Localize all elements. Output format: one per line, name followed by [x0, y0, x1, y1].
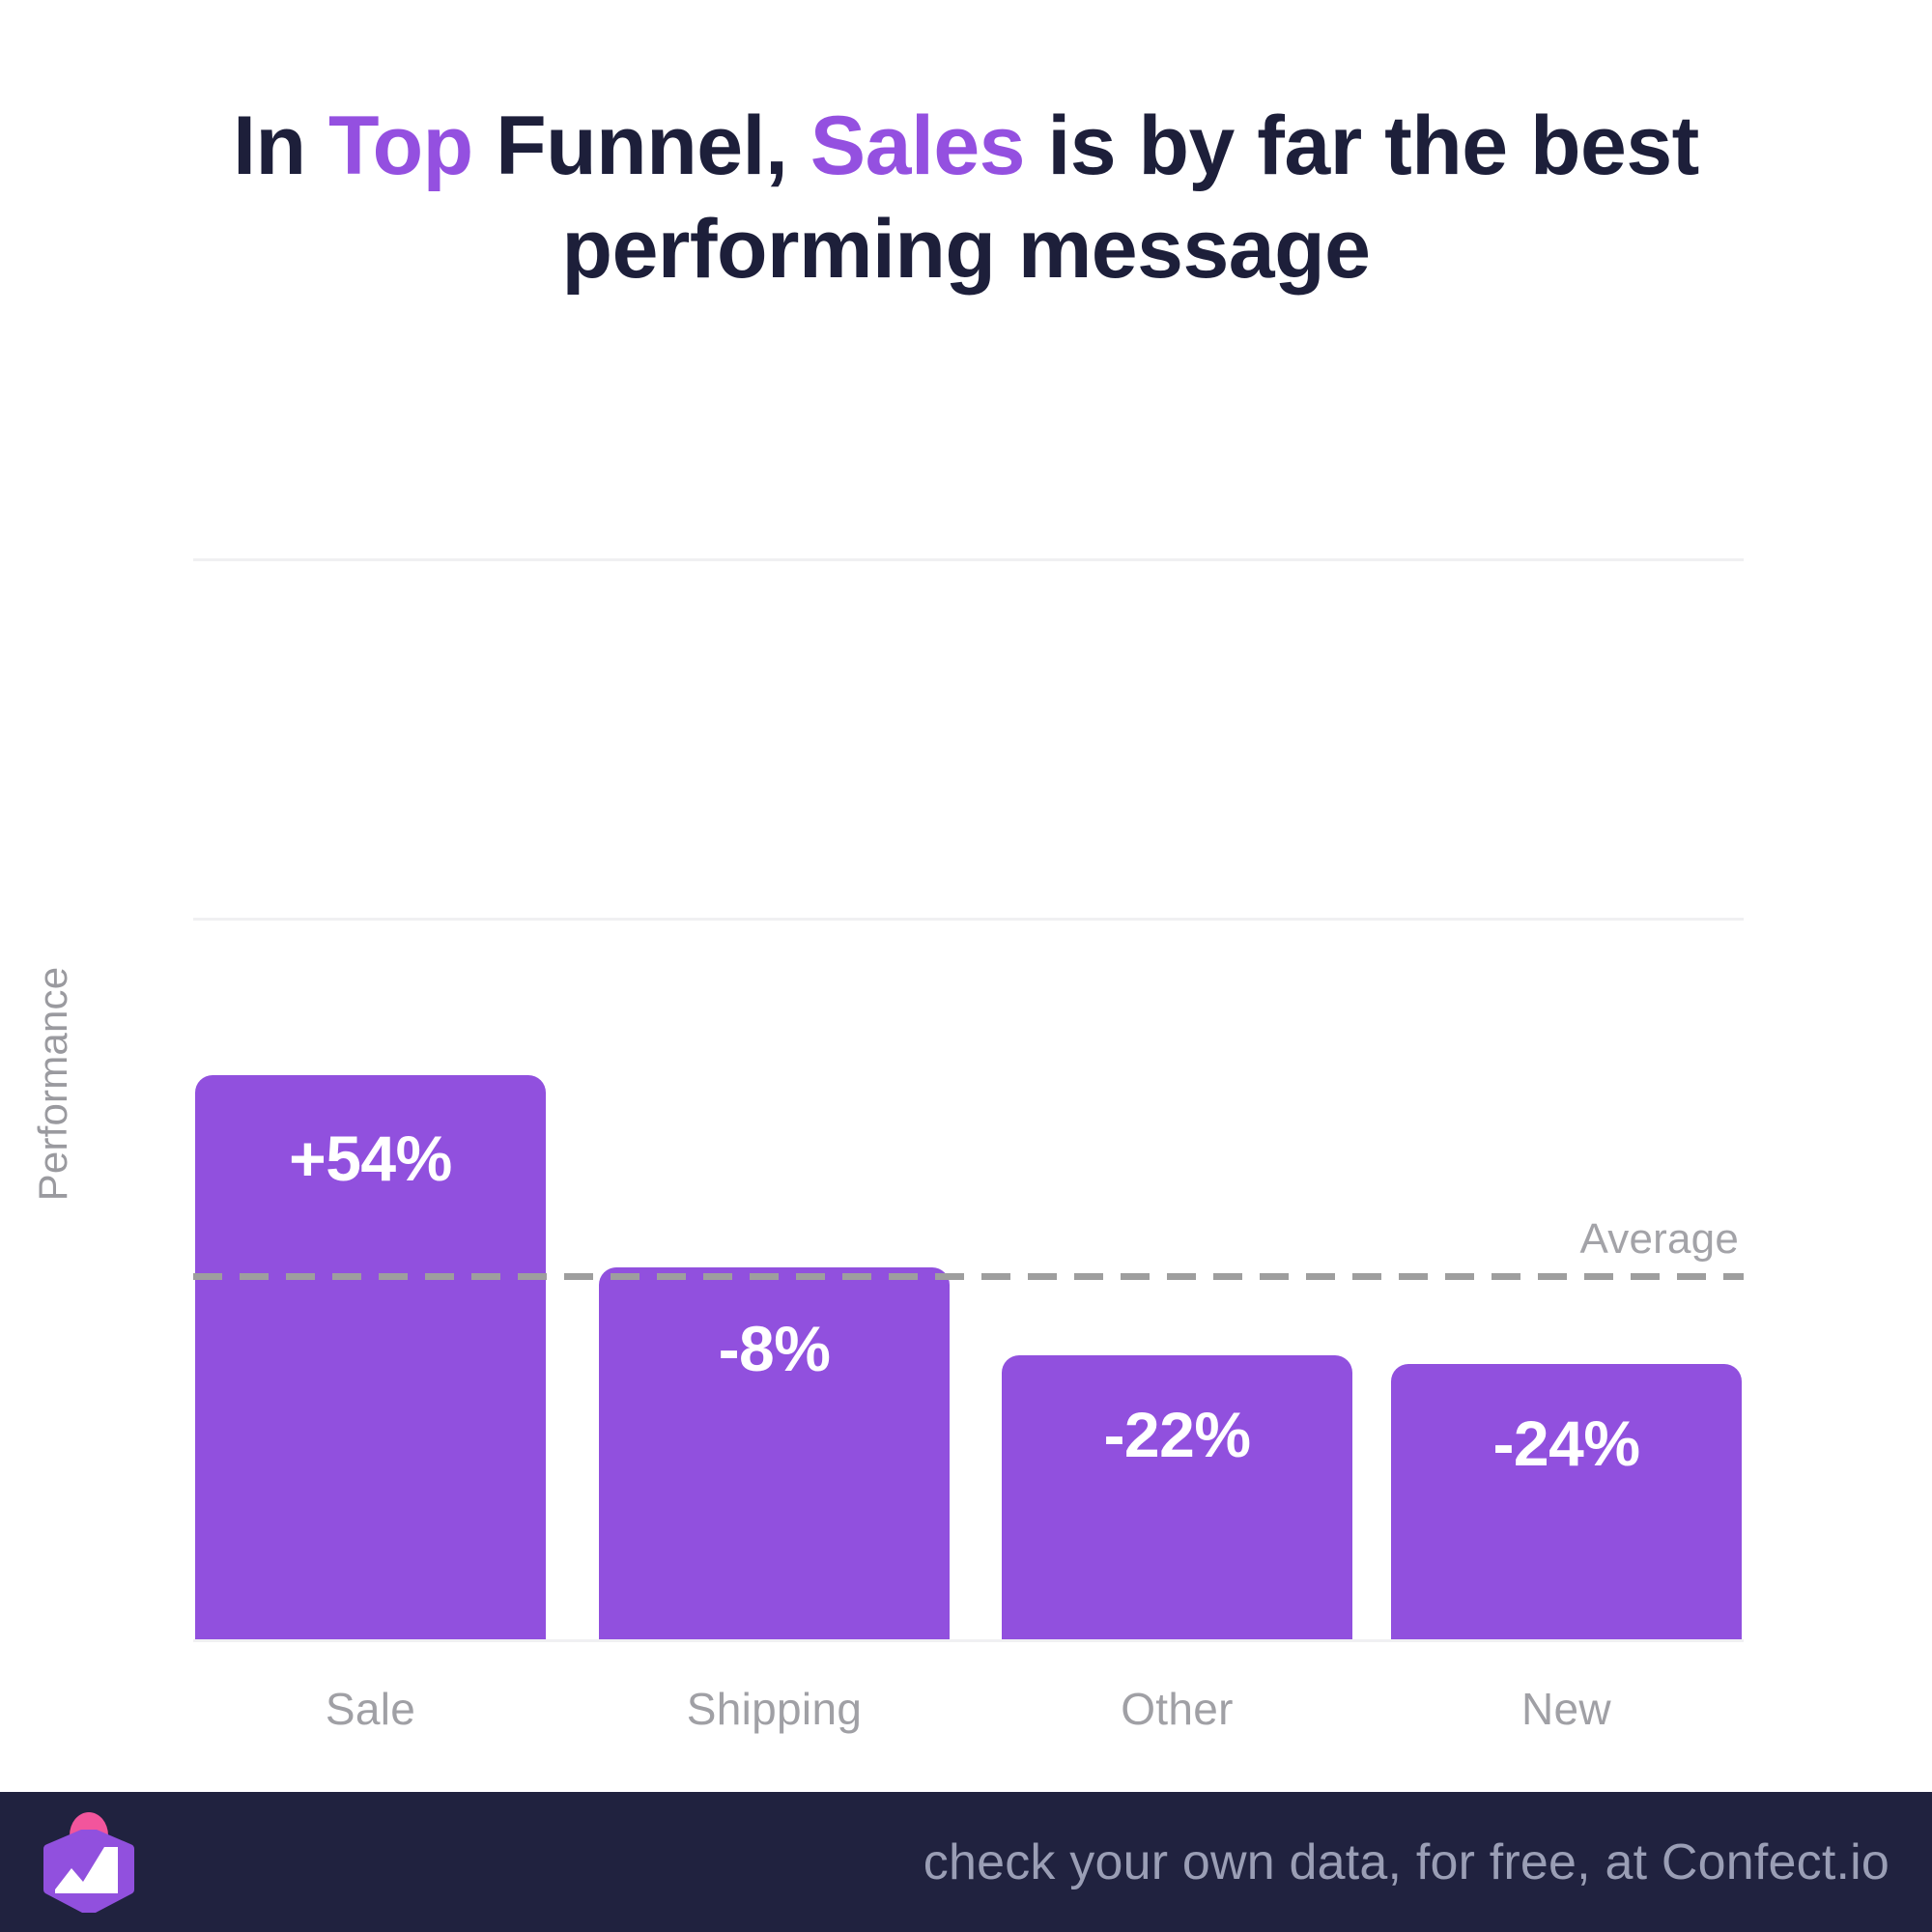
plot-area: +54% -8% -22% -24% Average Sale Shipping…	[0, 0, 1932, 1792]
bar-value-shipping: -8%	[718, 1313, 831, 1384]
average-line	[193, 1273, 1744, 1280]
logo-hexagon-icon	[43, 1829, 134, 1913]
x-label-sale: Sale	[325, 1684, 416, 1734]
confect-logo-icon[interactable]	[43, 1811, 135, 1913]
bar-value-other: -22%	[1103, 1399, 1251, 1470]
footer-tagline: check your own data, for free, at Confec…	[923, 1833, 1889, 1890]
bar-shipping[interactable]: -8%	[599, 1267, 950, 1639]
axis-baseline	[193, 1639, 1744, 1642]
bar-value-sale: +54%	[289, 1122, 452, 1194]
bar-other[interactable]: -22%	[1002, 1355, 1352, 1639]
x-label-other: Other	[1121, 1684, 1234, 1734]
average-label: Average	[1579, 1215, 1739, 1263]
bar-chart: Performance +54% -8% -22% -24% Average S…	[0, 0, 1932, 1792]
bar-value-new: -24%	[1492, 1407, 1640, 1479]
infographic-card: In Top Funnel, Sales is by far the best …	[0, 0, 1932, 1932]
x-label-shipping: Shipping	[686, 1684, 863, 1734]
x-label-new: New	[1521, 1684, 1611, 1734]
bar-sale[interactable]: +54%	[195, 1075, 546, 1639]
footer-bar: check your own data, for free, at Confec…	[0, 1792, 1932, 1932]
bar-new[interactable]: -24%	[1391, 1364, 1742, 1639]
